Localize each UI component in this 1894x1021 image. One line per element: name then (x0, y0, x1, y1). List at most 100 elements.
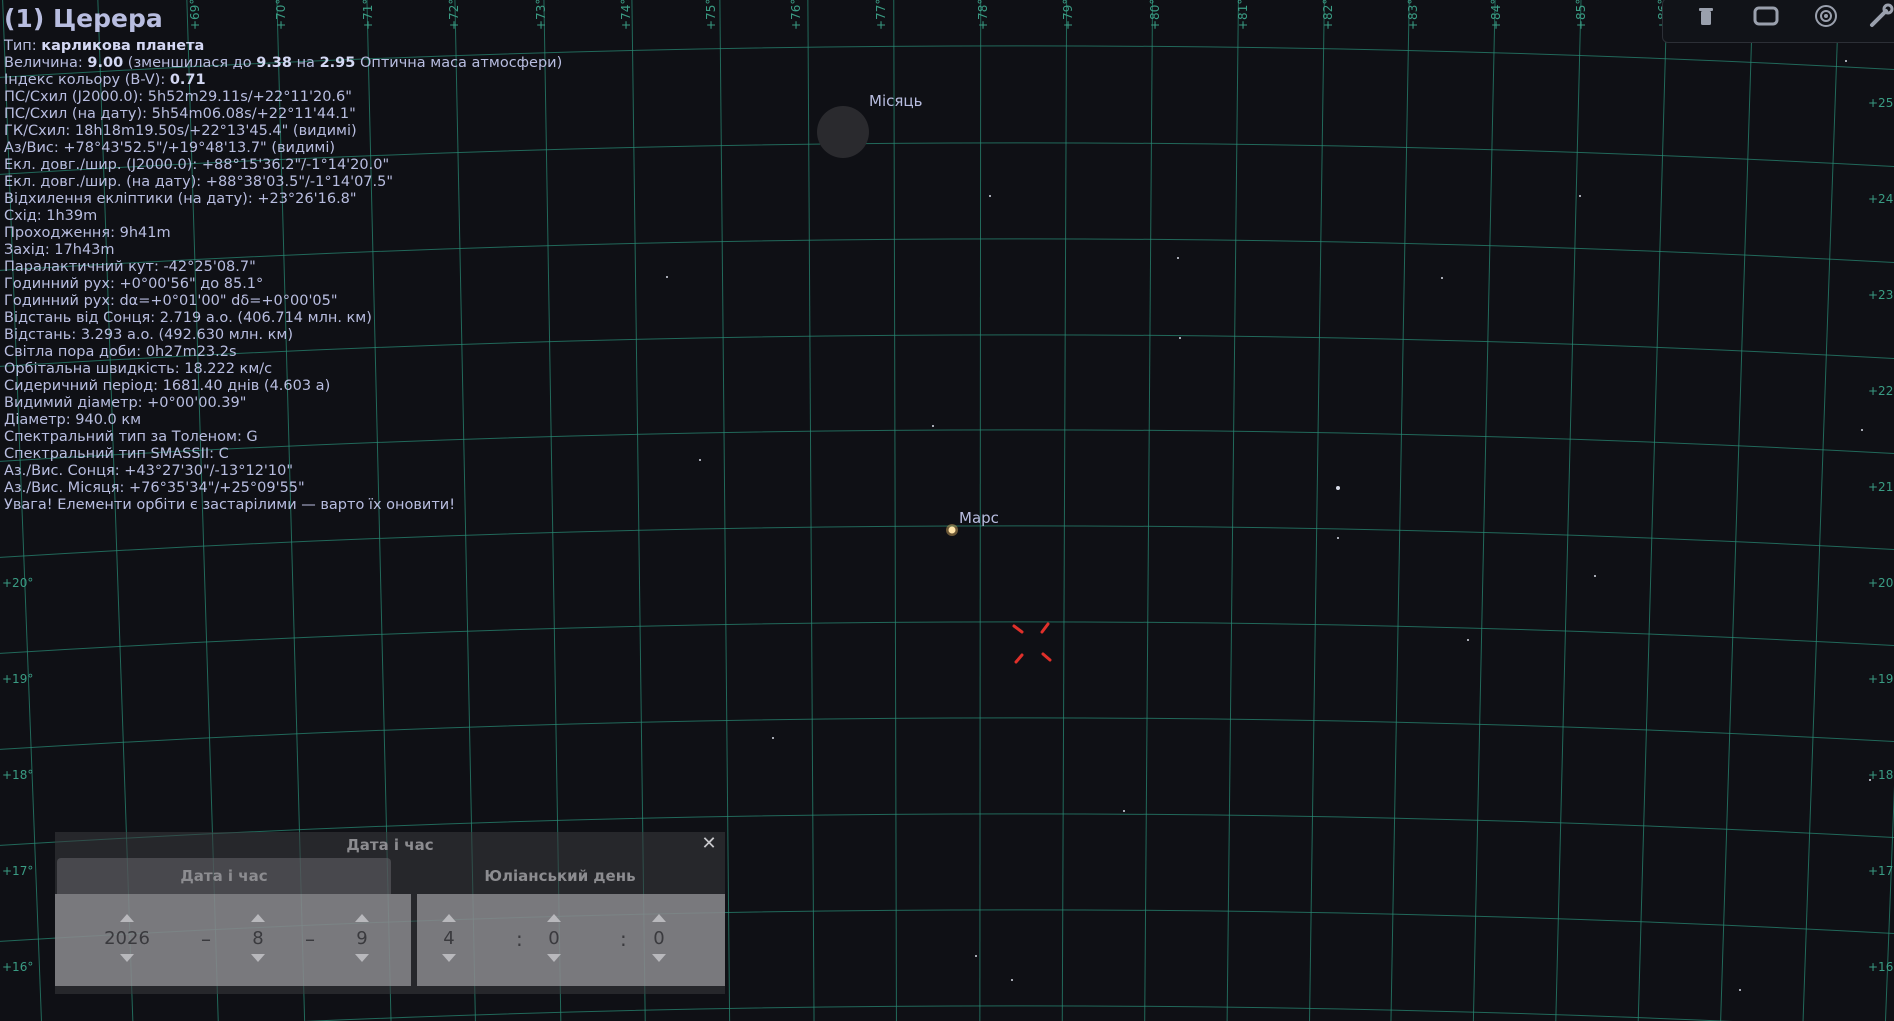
tab-julian-day[interactable]: Юліанський день (395, 858, 725, 894)
date-panel: 2026 – 8 – 9 (55, 894, 411, 986)
second-value: 0 (653, 928, 665, 949)
hour-spinbox[interactable]: 4 (419, 894, 479, 986)
object-info-panel: (1) Церера Тип: карликова планета Величин… (4, 4, 562, 514)
altitude-label: +19 (1868, 672, 1894, 686)
info-line-text: Відстань від Сонця: 2.719 а.о. (406.714 … (4, 310, 372, 326)
info-line: Орбітальна швидкість: 18.222 км/с (4, 361, 562, 378)
chevron-down-icon[interactable] (652, 954, 666, 962)
info-line-text: Відхилення екліптики (на дату): +23°26'1… (4, 191, 357, 207)
moon-label: Місяць (869, 92, 923, 110)
azimuth-label: +82° (1321, 0, 1335, 30)
altitude-label: +25 (1868, 96, 1894, 110)
azimuth-label: +79° (1061, 0, 1075, 30)
chevron-up-icon[interactable] (120, 914, 134, 922)
azimuth-label: +77° (874, 0, 888, 30)
info-line-text: ПС/Схил (J2000.0): 5h52m29.11s/+22°11'20… (4, 89, 352, 105)
chevron-up-icon[interactable] (547, 914, 561, 922)
altitude-label: +20 (1868, 576, 1894, 590)
chevron-down-icon[interactable] (547, 954, 561, 962)
close-icon[interactable]: ✕ (699, 834, 719, 854)
object-title: (1) Церера (4, 4, 163, 33)
minute-spinbox[interactable]: 0 (524, 894, 584, 986)
info-line-text: Видимий діаметр: +0°00'00.39" (4, 395, 247, 411)
altitude-label: +18° (2, 768, 34, 782)
altitude-label: +22 (1868, 384, 1894, 398)
info-line: Відхилення екліптики (на дату): +23°26'1… (4, 191, 562, 208)
info-line-text: Сидеричний період: 1681.40 днів (4.603 a… (4, 378, 331, 394)
info-line: Аз./Вис. Місяця: +76°35'34"/+25°09'55" (4, 480, 562, 497)
info-line: Екл. довг./шир. (J2000.0): +88°15'36.2"/… (4, 157, 562, 174)
azimuth-label: +85° (1574, 0, 1588, 30)
object-info-lines: Тип: карликова планета Величина: 9.00 (зм… (4, 38, 562, 514)
altitude-label: +23 (1868, 288, 1894, 302)
info-line-text: Діаметр: 940.0 км (4, 412, 142, 428)
azimuth-label: +78° (976, 0, 990, 30)
altitude-label: +17 (1868, 864, 1894, 878)
info-line-text: Аз./Вис. Сонця: +43°27'30"/-13°12'10" (4, 463, 294, 479)
hour-value: 4 (443, 928, 455, 949)
info-line: ПС/Схил (на дату): 5h54m06.08s/+22°11'44… (4, 106, 562, 123)
chevron-up-icon[interactable] (442, 914, 456, 922)
info-line: Захід: 17h43m (4, 242, 562, 259)
azimuth-label: +75° (704, 0, 718, 30)
chevron-down-icon[interactable] (120, 954, 134, 962)
azimuth-label: +83° (1406, 0, 1420, 30)
wrench-icon[interactable] (1868, 3, 1894, 29)
info-line-text: Проходження: 9h41m (4, 225, 171, 241)
info-line-text: Аз/Вис: +78°43'52.5"/+19°48'13.7" (видим… (4, 140, 336, 156)
info-line: Увага! Елементи орбіти є застарілими — в… (4, 497, 562, 514)
day-spinbox[interactable]: 9 (332, 894, 392, 986)
date-separator: – (201, 927, 211, 951)
info-line: Сидеричний період: 1681.40 днів (4.603 a… (4, 378, 562, 395)
month-value: 8 (252, 928, 264, 949)
info-line-text: Годинний рух: dα=+0°01'00" dδ=+0°00'05" (4, 293, 338, 309)
info-line: ПС/Схил (J2000.0): 5h52m29.11s/+22°11'20… (4, 89, 562, 106)
moon-icon[interactable] (817, 106, 869, 160)
info-line: Аз/Вис: +78°43'52.5"/+19°48'13.7" (видим… (4, 140, 562, 157)
mars-icon[interactable] (946, 524, 958, 536)
info-line-text: Орбітальна швидкість: 18.222 км/с (4, 361, 273, 377)
info-line-text: Оптична маса атмосфери) (355, 55, 563, 71)
info-line: Світла пора доби: 0h27m23.2s (4, 344, 562, 361)
time-separator: : (516, 927, 523, 951)
screen-icon[interactable] (1753, 3, 1779, 29)
chevron-up-icon[interactable] (251, 914, 265, 922)
chevron-down-icon[interactable] (355, 954, 369, 962)
info-value: 9.38 (256, 55, 292, 71)
info-line-text: Відстань: 3.293 а.о. (492.630 млн. км) (4, 327, 294, 343)
info-line: Екл. довг./шир. (на дату): +88°38'03.5"/… (4, 174, 562, 191)
info-line: Схід: 1h39m (4, 208, 562, 225)
selection-crosshair-icon (1012, 622, 1052, 664)
chevron-down-icon[interactable] (442, 954, 456, 962)
chevron-down-icon[interactable] (251, 954, 265, 962)
azimuth-label: +80° (1148, 0, 1162, 30)
second-spinbox[interactable]: 0 (629, 894, 689, 986)
altitude-label: +20° (2, 576, 34, 590)
top-right-toolbar (1662, 0, 1894, 43)
date-time-dialog: Дата і час ✕ Дата і час Юліанський день … (55, 832, 725, 994)
year-spinbox[interactable]: 2026 (97, 894, 157, 986)
chevron-up-icon[interactable] (355, 914, 369, 922)
info-value: карликова планета (41, 38, 205, 54)
chevron-up-icon[interactable] (652, 914, 666, 922)
info-line-text: Паралактичний кут: -42°25'08.7" (4, 259, 256, 275)
info-line-text: Захід: 17h43m (4, 242, 115, 258)
info-line-text: Світла пора доби: 0h27m23.2s (4, 344, 237, 360)
month-spinbox[interactable]: 8 (228, 894, 288, 986)
info-line: Відстань: 3.293 а.о. (492.630 млн. км) (4, 327, 562, 344)
tab-date-time[interactable]: Дата і час (57, 858, 391, 894)
azimuth-label: +81° (1236, 0, 1250, 30)
info-line-text: (зменшилася до (123, 55, 257, 71)
altitude-label: +18 (1868, 768, 1894, 782)
info-line-text: ПС/Схил (на дату): 5h54m06.08s/+22°11'44… (4, 106, 356, 122)
info-line: Індекс кольору (B-V): 0.71 (4, 72, 562, 89)
azimuth-label: +84° (1489, 0, 1503, 30)
trash-icon[interactable] (1693, 3, 1719, 29)
date-separator: – (305, 927, 315, 951)
day-value: 9 (356, 928, 368, 949)
info-line-text: Спектральний тип SMASSII: C (4, 446, 229, 462)
target-icon[interactable] (1813, 3, 1839, 29)
dialog-title: Дата і час (346, 836, 434, 854)
info-line-text: Екл. довг./шир. (на дату): +88°38'03.5"/… (4, 174, 394, 190)
info-line: Годинний рух: +0°00'56" до 85.1° (4, 276, 562, 293)
